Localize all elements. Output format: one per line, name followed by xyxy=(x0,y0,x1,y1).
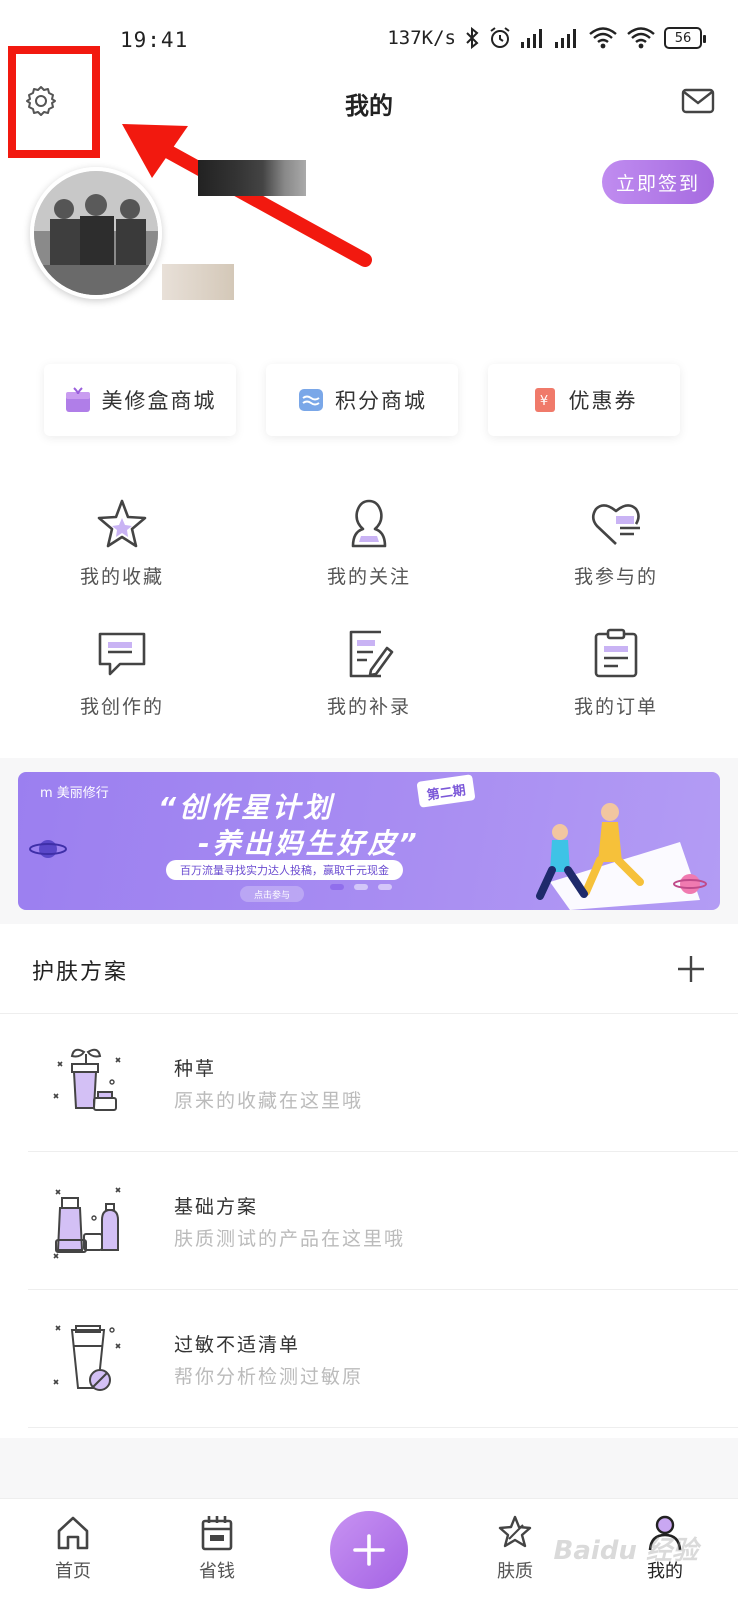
plus-icon xyxy=(353,1534,385,1566)
username-redacted xyxy=(198,160,306,196)
banner-brand: m 美丽修行 xyxy=(40,786,109,801)
nav-save-money[interactable]: 省钱 xyxy=(172,1513,262,1583)
allergy-product-icon xyxy=(53,1325,121,1391)
grid-item-participated[interactable]: 我参与的 xyxy=(526,496,706,606)
mail-icon xyxy=(681,88,715,114)
plan-name: 过敏不适清单 xyxy=(174,1334,301,1356)
shop-label: 优惠券 xyxy=(568,389,638,413)
nav-label: 首页 xyxy=(55,1561,91,1582)
grid-label: 我的收藏 xyxy=(79,566,164,588)
shop-label: 美修盒商城 xyxy=(101,389,217,413)
plan-desc: 肤质测试的产品在这里哦 xyxy=(174,1228,406,1250)
plan-item-allergy[interactable]: 过敏不适清单 帮你分析检测过敏原 xyxy=(28,1290,738,1428)
skincare-set-icon xyxy=(53,1187,121,1259)
banner-cta-button[interactable]: 点击参与 xyxy=(240,886,305,902)
nav-skin[interactable]: 肤质 xyxy=(470,1513,560,1583)
star-icon xyxy=(97,499,147,548)
signal-icon xyxy=(521,29,542,48)
nav-label: 肤质 xyxy=(497,1561,533,1582)
svg-text:¥: ¥ xyxy=(539,394,549,409)
banner-pill: 百万流量寻找实力达人投稿，赢取千元现金 xyxy=(166,860,403,880)
shop-row: 美修盒商城 积分商城 ¥ 优惠券 xyxy=(0,360,738,470)
add-post-button[interactable] xyxy=(330,1511,408,1589)
signal-icon-2 xyxy=(555,29,576,48)
plan-desc: 原来的收藏在这里哦 xyxy=(174,1090,364,1112)
grid-item-favorites[interactable]: 我的收藏 xyxy=(32,496,212,606)
shop-label: 积分商城 xyxy=(335,389,427,413)
banner-tag: 第二期 xyxy=(416,774,476,808)
bluetooth-icon xyxy=(466,26,479,50)
checkin-button[interactable]: 立即签到 xyxy=(602,160,714,204)
avatar-photo-icon xyxy=(34,171,158,295)
home-icon xyxy=(57,1516,89,1550)
carousel-dot[interactable] xyxy=(354,884,368,890)
coupon-icon: ¥ xyxy=(534,388,555,412)
battery-icon: 56 xyxy=(664,27,706,49)
user-info-redacted xyxy=(162,264,234,300)
carousel-dot[interactable] xyxy=(330,884,344,890)
chat-icon xyxy=(98,632,146,676)
skin-plan-header: 护肤方案 xyxy=(0,924,738,1014)
edit-icon xyxy=(349,630,394,678)
profile-header: 我的 立即签到 xyxy=(0,46,738,372)
watermark: Baidu 经验 xyxy=(553,1536,698,1566)
battery-level: 56 xyxy=(674,30,692,46)
avatar[interactable] xyxy=(30,167,162,299)
shop-card-coupon[interactable]: ¥ 优惠券 xyxy=(488,364,680,436)
shop-card-points[interactable]: 积分商城 xyxy=(266,364,458,436)
clipboard-icon xyxy=(594,628,638,678)
carousel-dot[interactable] xyxy=(378,884,392,890)
feature-grid: 我的收藏 我的关注 我参与的 我创作的 我的补录 我的订单 xyxy=(0,470,738,758)
grid-item-created[interactable]: 我创作的 xyxy=(32,626,212,736)
wifi-icon-2 xyxy=(627,27,655,49)
grid-item-following[interactable]: 我的关注 xyxy=(279,496,459,606)
grid-label: 我的关注 xyxy=(326,566,411,588)
banner-illustration-icon xyxy=(536,803,707,910)
planet-icon xyxy=(29,840,67,858)
promo-banner[interactable]: m 美丽修行 “创作星计划 -养出妈生好皮” 第二期 百万流量寻找实力达人投稿，… xyxy=(18,772,720,910)
shop-card-meixiuhe[interactable]: 美修盒商城 xyxy=(44,364,236,436)
section-title: 护肤方案 xyxy=(32,960,129,985)
grid-label: 我创作的 xyxy=(79,696,164,718)
status-time: 19:41 xyxy=(120,28,189,52)
gift-icon xyxy=(65,387,90,412)
grid-label: 我参与的 xyxy=(573,566,658,588)
plan-name: 基础方案 xyxy=(174,1196,259,1218)
grid-label: 我的订单 xyxy=(573,696,658,718)
banner-title: “创作星计划 xyxy=(158,791,335,824)
plant-products-icon xyxy=(53,1048,121,1111)
heart-icon xyxy=(591,504,640,545)
banner-section: m 美丽修行 “创作星计划 -养出妈生好皮” 第二期 百万流量寻找实力达人投稿，… xyxy=(0,758,738,924)
plan-desc: 帮你分析检测过敏原 xyxy=(174,1366,364,1388)
profile-page: 19:41 137K/s 56 我的 立即签到 美修盒商城 积分商城 ¥ 优惠券… xyxy=(0,0,738,1600)
status-bar: 19:41 137K/s 56 xyxy=(0,0,738,82)
wifi-icon xyxy=(589,27,617,49)
skin-icon xyxy=(498,1515,532,1548)
skin-plan-section: 护肤方案 种草 原来的收藏在这里哦 基础方案 肤质测试的产品在这里哦 过敏不适清… xyxy=(0,924,738,1438)
status-icons: 137K/s 56 xyxy=(387,26,706,50)
add-plan-button[interactable] xyxy=(676,954,706,984)
nav-home[interactable]: 首页 xyxy=(28,1513,118,1583)
calendar-icon xyxy=(201,1516,233,1551)
grid-item-orders[interactable]: 我的订单 xyxy=(526,626,706,736)
nav-label: 省钱 xyxy=(199,1561,235,1582)
banner-subtitle: -养出妈生好皮” xyxy=(198,827,420,860)
person-icon xyxy=(351,499,387,548)
plan-item-basic[interactable]: 基础方案 肤质测试的产品在这里哦 xyxy=(28,1152,738,1290)
carousel-dots xyxy=(330,884,392,890)
annotation-highlight-box xyxy=(8,46,100,158)
plan-item-grass[interactable]: 种草 原来的收藏在这里哦 xyxy=(28,1014,738,1152)
plan-name: 种草 xyxy=(174,1058,217,1080)
grid-label: 我的补录 xyxy=(326,696,411,718)
points-icon xyxy=(299,389,323,411)
grid-item-supplement[interactable]: 我的补录 xyxy=(279,626,459,736)
network-speed: 137K/s xyxy=(387,27,456,49)
message-button[interactable] xyxy=(680,86,716,116)
alarm-icon xyxy=(490,27,510,48)
